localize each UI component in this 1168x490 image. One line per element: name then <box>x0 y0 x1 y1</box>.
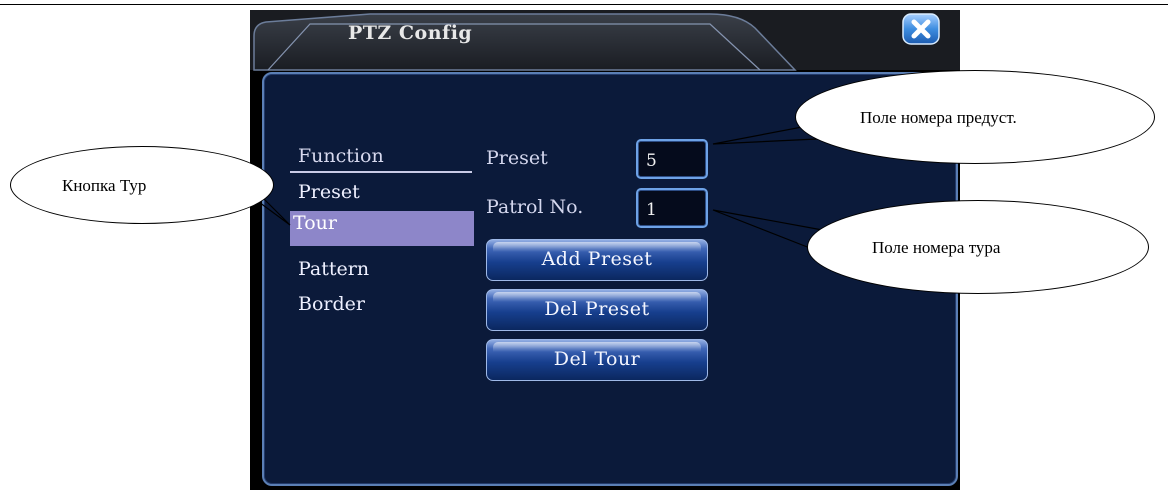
callout-tour-button-text: Кнопка Тур <box>62 176 147 195</box>
callout-preset-field-text: Поле номера предуст. <box>860 108 1017 127</box>
callout-tour-field-text: Поле номера тура <box>872 238 1001 257</box>
